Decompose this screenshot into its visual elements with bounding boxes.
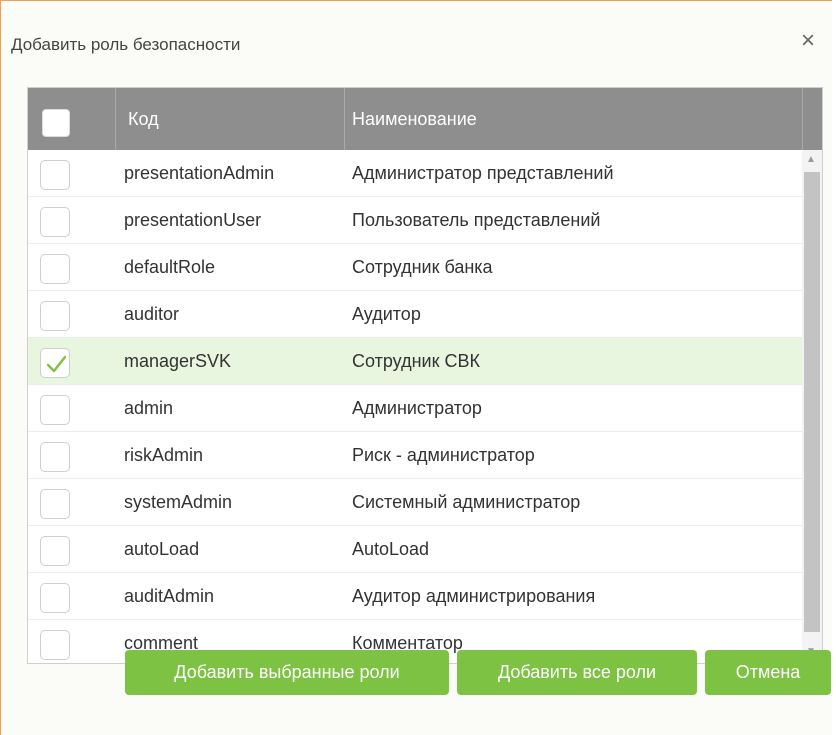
role-code: auditAdmin [124,586,215,606]
select-all-checkbox[interactable] [42,109,70,137]
row-checkbox[interactable] [40,630,70,660]
scroll-up-icon[interactable]: ▲ [806,154,816,165]
cancel-button[interactable]: Отмена [705,650,831,695]
role-code: autoLoad [124,539,200,559]
role-name: Сотрудник банка [352,257,493,277]
grid-rows: presentationAdmin Администратор представл… [28,150,802,663]
table-row[interactable]: admin Администратор [28,385,802,432]
table-row[interactable]: presentationAdmin Администратор представл… [28,150,802,197]
scrollbar-thumb[interactable] [804,172,820,632]
checkmark-icon [46,355,67,373]
role-name: Пользователь представлений [352,210,601,230]
role-name: Системный администратор [352,492,581,512]
header-separator [115,88,116,150]
add-security-role-dialog: Добавить роль безопасности × Код Наимено… [0,0,832,735]
add-selected-roles-button[interactable]: Добавить выбранные роли [125,650,449,695]
role-code: auditor [124,304,180,324]
dialog-title: Добавить роль безопасности [11,35,241,54]
role-code: presentationAdmin [124,163,275,183]
row-checkbox[interactable] [40,583,70,613]
close-icon[interactable]: × [801,29,815,53]
table-row[interactable]: autoLoad AutoLoad [28,526,802,573]
role-name: Сотрудник СВК [352,351,480,371]
row-checkbox[interactable] [40,489,70,519]
role-code: admin [124,398,174,418]
header-separator [802,88,803,150]
header-separator [344,88,345,150]
vertical-scrollbar[interactable]: ▲ ▼ [802,150,822,663]
role-name: Администратор [352,398,482,418]
table-row[interactable]: auditAdmin Аудитор администрирования [28,573,802,620]
role-name: AutoLoad [352,539,430,559]
row-checkbox[interactable] [40,442,70,472]
row-checkbox[interactable] [40,536,70,566]
role-code: managerSVK [124,351,232,371]
table-row[interactable]: systemAdmin Системный администратор [28,479,802,526]
row-checkbox[interactable] [40,254,70,284]
row-checkbox[interactable] [40,395,70,425]
role-code: riskAdmin [124,445,204,465]
column-header-code[interactable]: Код [128,88,159,150]
row-checkbox[interactable] [40,207,70,237]
table-row[interactable]: riskAdmin Риск - администратор [28,432,802,479]
role-name: Аудитор администрирования [352,586,596,606]
role-name: Администратор представлений [352,163,614,183]
grid-header: Код Наименование [28,88,822,150]
table-row[interactable]: managerSVK Сотрудник СВК [28,338,802,385]
role-name: Аудитор [352,304,421,324]
role-name: Риск - администратор [352,445,535,465]
table-row[interactable]: auditor Аудитор [28,291,802,338]
column-header-name[interactable]: Наименование [352,88,477,150]
row-checkbox[interactable] [40,301,70,331]
roles-grid: Код Наименование presentationAdmin Админи… [27,87,823,664]
row-checkbox[interactable] [40,160,70,190]
role-code: systemAdmin [124,492,233,512]
role-code: defaultRole [124,257,216,277]
table-row[interactable]: presentationUser Пользователь представлен… [28,197,802,244]
row-checkbox[interactable] [40,348,70,378]
table-row[interactable]: defaultRole Сотрудник банка [28,244,802,291]
role-code: presentationUser [124,210,262,230]
add-all-roles-button[interactable]: Добавить все роли [457,650,697,695]
